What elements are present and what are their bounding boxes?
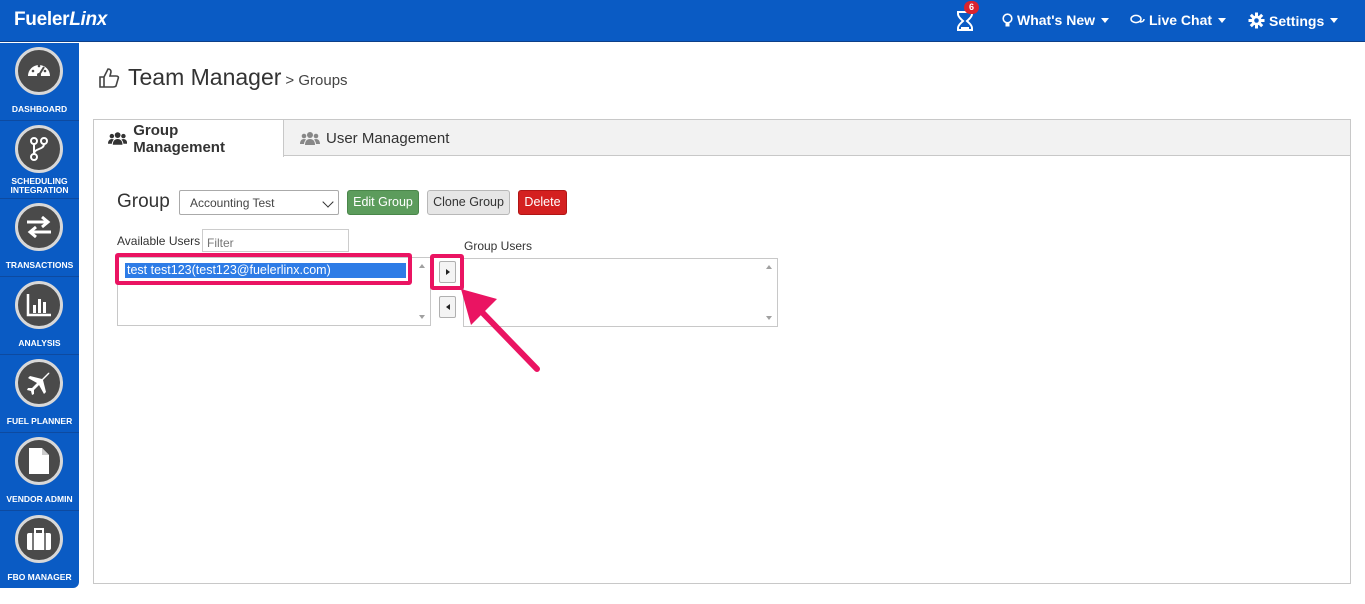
group-select[interactable]: Accounting Test — [179, 190, 339, 215]
sidebar-item-label: SCHEDULING INTEGRATION — [10, 176, 69, 195]
tab-panel: Group Management User Management — [93, 119, 1351, 584]
group-users-label: Group Users — [464, 239, 533, 253]
bar-chart-icon — [15, 281, 63, 329]
airplane-icon — [15, 359, 63, 407]
brand-logo[interactable]: FuelerLinx — [14, 9, 107, 31]
sidebar-item-label: TRANSACTIONS — [5, 260, 74, 270]
live-chat-label: Live Chat — [1149, 12, 1213, 28]
delete-button[interactable]: Delete — [518, 190, 567, 215]
notification-badge: 6 — [964, 1, 979, 14]
sidebar-item-analysis[interactable]: ANALYSIS — [0, 277, 79, 355]
scroll-up-icon[interactable] — [766, 265, 772, 269]
edit-group-button[interactable]: Edit Group — [347, 190, 419, 215]
clone-group-button[interactable]: Clone Group — [427, 190, 510, 215]
breadcrumb: > Groups — [285, 72, 348, 89]
whats-new-menu[interactable]: What's New — [1002, 12, 1110, 28]
briefcase-icon — [15, 515, 63, 563]
sidebar-item-dashboard[interactable]: DASHBOARD — [0, 43, 79, 121]
sidebar-item-label: DASHBOARD — [11, 104, 68, 114]
sidebar-item-fuel-planner[interactable]: FUEL PLANNER — [0, 355, 79, 433]
sidebar: DASHBOARD SCHEDULING INTEGRATION TRANSAC… — [0, 43, 79, 588]
tab-user-management[interactable]: User Management — [286, 120, 463, 156]
gear-icon — [1248, 12, 1265, 29]
tab-label: User Management — [326, 129, 450, 147]
sidebar-item-label: FBO MANAGER — [7, 572, 72, 582]
top-bar: FuelerLinx 6 What's New Live Chat Settin… — [0, 0, 1365, 42]
sidebar-item-transactions[interactable]: TRANSACTIONS — [0, 199, 79, 277]
sidebar-item-label: FUEL PLANNER — [6, 416, 73, 426]
scroll-down-icon[interactable] — [766, 316, 772, 320]
users-icon — [108, 132, 128, 145]
tab-group-management[interactable]: Group Management — [94, 120, 284, 157]
chevron-down-icon — [322, 196, 334, 208]
tab-bar: Group Management User Management — [94, 120, 1350, 157]
sidebar-item-label: ANALYSIS — [18, 338, 61, 348]
scroll-down-icon[interactable] — [419, 315, 425, 319]
chevron-down-icon — [1218, 17, 1227, 23]
lightbulb-icon — [1002, 12, 1013, 26]
group-label: Group — [117, 191, 170, 212]
sidebar-item-label: VENDOR ADMIN — [6, 494, 73, 504]
whats-new-label: What's New — [1017, 12, 1096, 28]
thumbs-up-icon — [99, 67, 120, 88]
chevron-down-icon — [1330, 18, 1339, 23]
sidebar-item-fbo-manager[interactable]: FBO MANAGER — [0, 511, 79, 588]
sidebar-item-scheduling-integration[interactable]: SCHEDULING INTEGRATION — [0, 121, 79, 199]
branch-icon — [15, 125, 63, 173]
settings-menu[interactable]: Settings — [1248, 12, 1339, 29]
scroll-up-icon[interactable] — [419, 264, 425, 268]
annotation-arrow-icon — [461, 289, 540, 372]
chevron-down-icon — [1101, 17, 1110, 23]
document-icon — [15, 437, 63, 485]
chat-icon — [1130, 14, 1145, 23]
settings-label: Settings — [1269, 12, 1325, 29]
page-title: Team Manager > Groups — [98, 64, 348, 91]
tab-label: Group Management — [133, 121, 225, 156]
users-icon — [300, 131, 320, 145]
swap-arrows-icon — [15, 203, 63, 251]
filter-input[interactable] — [202, 229, 349, 252]
available-users-label: Available Users — [117, 234, 201, 248]
speedometer-icon — [15, 47, 63, 95]
group-select-value: Accounting Test — [190, 196, 275, 210]
move-left-button[interactable] — [439, 296, 456, 318]
page-title-text: Team Manager — [128, 64, 282, 90]
live-chat-menu[interactable]: Live Chat — [1130, 12, 1227, 28]
sidebar-item-vendor-admin[interactable]: VENDOR ADMIN — [0, 433, 79, 511]
chevron-left-icon — [445, 304, 450, 310]
highlight-selected-user — [115, 253, 412, 285]
